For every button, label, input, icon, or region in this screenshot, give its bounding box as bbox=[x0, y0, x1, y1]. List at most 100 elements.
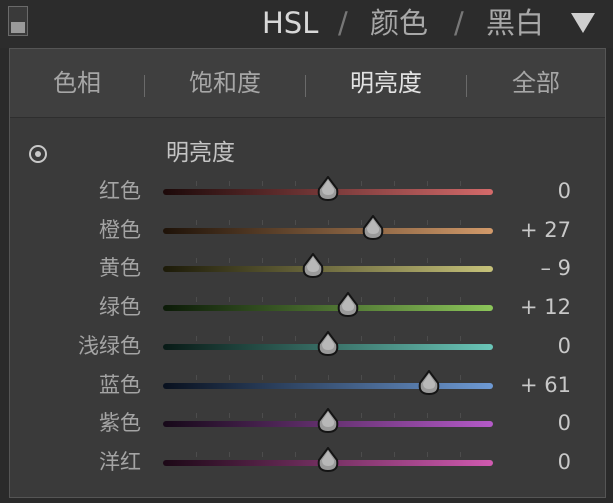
slider-value[interactable]: 0 bbox=[558, 443, 571, 481]
slider-label: 洋红 bbox=[99, 449, 141, 474]
slider-tick bbox=[427, 219, 428, 225]
slider-tick bbox=[229, 335, 230, 341]
slider-label: 红色 bbox=[99, 179, 141, 203]
slider-value[interactable]: + 61 bbox=[520, 366, 571, 404]
slider-tick bbox=[394, 413, 395, 419]
slider-row: 紫色 0 bbox=[10, 404, 605, 442]
slider-tick bbox=[427, 413, 428, 419]
slider-tick bbox=[460, 374, 461, 380]
slider-tick bbox=[196, 335, 197, 341]
slider-tick bbox=[262, 219, 263, 225]
slider-thumb[interactable] bbox=[301, 253, 325, 279]
collapse-arrow-icon[interactable] bbox=[571, 13, 595, 33]
slider-tick bbox=[196, 451, 197, 457]
slider-thumb[interactable] bbox=[316, 408, 340, 434]
slider-value[interactable]: + 12 bbox=[520, 288, 571, 326]
slider-label: 紫色 bbox=[99, 411, 141, 436]
slider-tick bbox=[328, 374, 329, 380]
tab-saturation[interactable]: 饱和度 bbox=[145, 49, 305, 117]
header-separator: / bbox=[338, 6, 348, 40]
slider-tick bbox=[196, 374, 197, 380]
slider-row: 蓝色 + 61 bbox=[10, 366, 605, 404]
slider-tick bbox=[394, 374, 395, 380]
panel-toggle-icon[interactable] bbox=[8, 6, 28, 36]
slider-tick bbox=[460, 219, 461, 225]
slider-tick bbox=[262, 451, 263, 457]
target-adjustment-icon[interactable] bbox=[29, 145, 47, 163]
slider-tick bbox=[229, 297, 230, 303]
slider-row: 红色 0 bbox=[10, 172, 605, 210]
slider-tick bbox=[427, 181, 428, 186]
tab-all[interactable]: 全部 bbox=[467, 49, 605, 117]
slider-tick bbox=[229, 413, 230, 419]
slider-row: 洋红 0 bbox=[10, 443, 605, 481]
slider-tick bbox=[460, 413, 461, 419]
slider-label: 橙色 bbox=[99, 217, 141, 242]
slider-tick bbox=[196, 181, 197, 186]
slider-tick bbox=[295, 219, 296, 225]
slider-tick bbox=[361, 451, 362, 457]
slider-tick bbox=[460, 335, 461, 341]
slider-tick bbox=[262, 181, 263, 186]
header-tab-color[interactable]: 颜色 bbox=[370, 4, 428, 42]
slider-thumb[interactable] bbox=[361, 214, 385, 241]
slider-tick bbox=[427, 335, 428, 341]
slider-tick bbox=[394, 451, 395, 457]
slider-tick bbox=[394, 258, 395, 264]
section-title: 明亮度 bbox=[166, 140, 235, 166]
slider-tick bbox=[394, 181, 395, 186]
slider-value[interactable]: 0 bbox=[558, 404, 571, 442]
slider-tick bbox=[427, 258, 428, 264]
tab-hue[interactable]: 色相 bbox=[10, 49, 144, 117]
slider-label: 蓝色 bbox=[99, 372, 141, 397]
slider-tick bbox=[328, 297, 329, 303]
slider-track[interactable] bbox=[163, 382, 493, 389]
slider-label: 绿色 bbox=[99, 295, 141, 320]
slider-value[interactable]: 0 bbox=[558, 172, 571, 210]
slider-tick bbox=[394, 297, 395, 303]
slider-tick bbox=[361, 258, 362, 264]
slider-label: 黄色 bbox=[99, 256, 141, 281]
slider-tick bbox=[262, 374, 263, 380]
slider-tick bbox=[427, 451, 428, 457]
slider-row: 黄色 – 9 bbox=[10, 249, 605, 287]
slider-thumb[interactable] bbox=[316, 176, 340, 202]
tab-bar: 色相 饱和度 明亮度 全部 bbox=[10, 49, 605, 118]
slider-tick bbox=[262, 297, 263, 303]
slider-tick bbox=[361, 181, 362, 186]
slider-tick bbox=[229, 181, 230, 186]
slider-tick bbox=[229, 258, 230, 264]
header-separator: / bbox=[454, 6, 464, 40]
header-tab-bw[interactable]: 黑白 bbox=[486, 4, 544, 42]
slider-tick bbox=[460, 297, 461, 303]
slider-tick bbox=[196, 413, 197, 419]
slider-thumb[interactable] bbox=[417, 369, 441, 396]
slider-tick bbox=[460, 258, 461, 264]
slider-value[interactable]: – 9 bbox=[540, 249, 571, 287]
slider-value[interactable]: + 27 bbox=[520, 211, 571, 249]
slider-tick bbox=[295, 297, 296, 303]
slider-tick bbox=[229, 219, 230, 225]
slider-track[interactable] bbox=[163, 227, 493, 234]
slider-tick bbox=[361, 335, 362, 341]
slider-track[interactable] bbox=[163, 266, 493, 273]
slider-tick bbox=[229, 451, 230, 457]
tab-luminance[interactable]: 明亮度 bbox=[306, 49, 466, 117]
slider-value[interactable]: 0 bbox=[558, 327, 571, 365]
slider-tick bbox=[394, 219, 395, 225]
slider-thumb[interactable] bbox=[316, 330, 340, 357]
header-tab-hsl[interactable]: HSL bbox=[262, 4, 318, 42]
slider-thumb[interactable] bbox=[316, 446, 340, 473]
slider-tick bbox=[427, 297, 428, 303]
slider-tick bbox=[196, 219, 197, 225]
slider-thumb[interactable] bbox=[336, 292, 360, 318]
slider-track[interactable] bbox=[163, 305, 493, 312]
slider-tick bbox=[295, 413, 296, 419]
slider-row: 绿色 + 12 bbox=[10, 288, 605, 326]
slider-label: 浅绿色 bbox=[78, 333, 141, 358]
slider-row: 橙色 + 27 bbox=[10, 211, 605, 249]
slider-tick bbox=[394, 335, 395, 341]
slider-tick bbox=[295, 181, 296, 186]
slider-tick bbox=[460, 181, 461, 186]
slider-tick bbox=[361, 297, 362, 303]
